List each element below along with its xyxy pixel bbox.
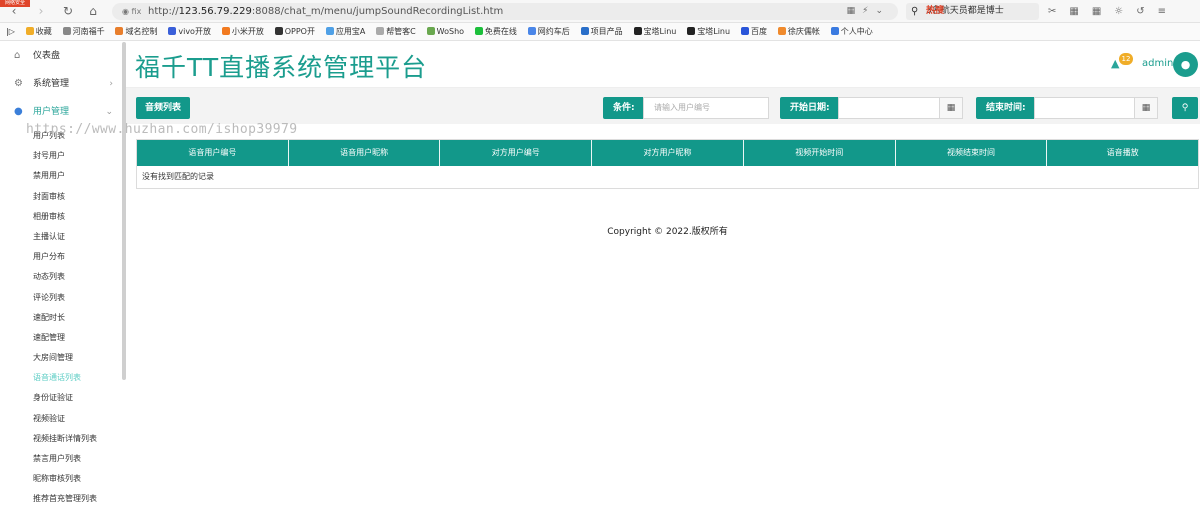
table-header: 语音用户编号 语音用户昵称 对方用户编号 对方用户昵称 视频开始时间 视频结束时… — [137, 140, 1198, 166]
sidebar-subitem[interactable]: 用户分布 — [0, 247, 125, 267]
column-header[interactable]: 对方用户编号 — [440, 140, 593, 166]
forward-icon[interactable]: › — [33, 4, 49, 19]
sidebar-subitem[interactable]: 禁用用户 — [0, 166, 125, 186]
bookmark-item[interactable]: 小米开放 — [221, 23, 264, 40]
bookmark-item[interactable]: 域名控制 — [115, 23, 157, 40]
back-icon[interactable]: ‹ — [6, 4, 22, 19]
sidebar-subitem[interactable]: 动态列表 — [0, 267, 125, 287]
sidebar-subitem[interactable]: 速配时长 — [0, 308, 125, 328]
bookmarks-bar: |▷ 收藏 河南福千 域名控制 vivo开放 小米开放 OPPO开 应用宝A 帮… — [0, 23, 1200, 41]
search-button[interactable]: ⚲ — [1172, 97, 1198, 119]
column-header[interactable]: 语音播放 — [1047, 140, 1198, 166]
address-bar-actions[interactable]: ▦⚡⌄ — [847, 3, 890, 20]
calendar-icon[interactable]: ▦ — [1134, 97, 1158, 119]
reload-icon[interactable]: ↻ — [60, 4, 76, 19]
sidebar-subitem[interactable]: 身份证验证 — [0, 388, 125, 408]
bookmark-item[interactable]: WoSho — [426, 23, 464, 40]
end-date-input[interactable] — [1034, 97, 1135, 119]
column-header[interactable]: 语音用户编号 — [137, 140, 289, 166]
hot-search-label: 热搜 — [926, 6, 945, 16]
records-table: 语音用户编号 语音用户昵称 对方用户编号 对方用户昵称 视频开始时间 视频结束时… — [136, 139, 1199, 189]
bookmark-item[interactable]: 免费在线 — [474, 23, 517, 40]
sidebar-subitem-active[interactable]: 语音通话列表 — [0, 368, 125, 388]
bookmark-item[interactable]: 百度 — [740, 23, 767, 40]
empty-message: 没有找到匹配的记录 — [142, 172, 214, 181]
sidebar-subitem[interactable]: 评论列表 — [0, 288, 125, 308]
brand-title: 福千TT直播系统管理平台 — [135, 53, 428, 82]
notification-badge: 12 — [1119, 53, 1133, 65]
bookmark-item[interactable]: 徐庆儒帐 — [777, 23, 820, 40]
sidebar-item-dashboard[interactable]: ⌂ 仪表盘 — [0, 42, 125, 70]
bookmark-item[interactable]: 河南福千 — [62, 23, 105, 40]
sidebar-subitem[interactable]: 相册审核 — [0, 207, 125, 227]
sidebar-subitem[interactable]: 禁言用户列表 — [0, 449, 125, 469]
calendar-icon[interactable]: ▦ — [939, 97, 963, 119]
sidebar-toggle-icon[interactable]: |▷ — [6, 23, 15, 40]
sidebar-subitem[interactable]: 主播认证 — [0, 227, 125, 247]
home-icon: ⌂ — [14, 50, 21, 61]
search-icon: ⚲ — [1181, 103, 1189, 113]
bookmark-item[interactable]: 网约车后 — [527, 23, 570, 40]
browser-extension-icons[interactable]: ✂▦▦☼↺≡ — [1048, 4, 1179, 19]
condition-input[interactable]: 请输入用户编号 — [643, 97, 769, 119]
bookmark-item[interactable]: 项目产品 — [580, 23, 623, 40]
bookmark-item[interactable]: OPPO开 — [274, 23, 315, 40]
sidebar-item-label: 仪表盘 — [33, 51, 61, 61]
condition-label: 条件: — [603, 97, 643, 119]
sidebar-subitem[interactable]: 速配管理 — [0, 328, 125, 348]
start-date-input[interactable] — [838, 97, 940, 119]
sidebar-subitem[interactable]: 封面审核 — [0, 187, 125, 207]
browser-search-box[interactable]: ⚲ 3名航天员都是博士 热搜 — [906, 3, 1039, 20]
url-text: http://123.56.79.229:8088/chat_m/menu/ju… — [148, 6, 504, 17]
sidebar-item-label: 用户管理 — [33, 107, 70, 117]
start-date-label: 开始日期: — [780, 97, 838, 119]
search-icon: ⚲ — [911, 6, 919, 17]
bookmark-item[interactable]: 应用宝A — [325, 23, 365, 40]
footer-copyright: Copyright © 2022.版权所有 — [607, 227, 728, 237]
user-icon: ● — [14, 106, 23, 117]
sidebar-item-label: 系统管理 — [33, 79, 70, 89]
site-info-icon[interactable]: ◉ fix — [122, 3, 141, 20]
bookmark-item[interactable]: 收藏 — [25, 23, 52, 40]
watermark: https://www.huzhan.com/ishop39979 — [26, 122, 298, 137]
end-date-label: 结束时间: — [976, 97, 1034, 119]
audio-list-button[interactable]: 音频列表 — [136, 97, 190, 119]
bookmark-item[interactable]: 帮管客C — [376, 23, 416, 40]
column-header[interactable]: 对方用户昵称 — [592, 140, 744, 166]
sidebar-subitem[interactable]: 推荐首充管理列表 — [0, 489, 125, 509]
home-page-icon[interactable]: ⌂ — [85, 4, 101, 19]
browser-toolbar: 网络安全 ‹ › ↻ ⌂ ◉ fix http://123.56.79.229:… — [0, 0, 1200, 23]
avatar[interactable]: ● — [1173, 52, 1198, 77]
sidebar-subitem[interactable]: 大房间管理 — [0, 348, 125, 368]
column-header[interactable]: 语音用户昵称 — [289, 140, 441, 166]
address-bar[interactable]: ◉ fix http://123.56.79.229:8088/chat_m/m… — [112, 3, 898, 20]
column-header[interactable]: 视频结束时间 — [896, 140, 1048, 166]
app-header: 福千TT直播系统管理平台 ▲ 12 admin ● — [126, 42, 1200, 88]
filter-toolbar: 音频列表 条件: 请输入用户编号 开始日期: ▦ 结束时间: ▦ ⚲ — [126, 88, 1200, 124]
bookmark-item[interactable]: 宝塔Linu — [687, 23, 730, 40]
main-content: 福千TT直播系统管理平台 ▲ 12 admin ● 音频列表 条件: 请输入用户… — [126, 42, 1200, 517]
column-header[interactable]: 视频开始时间 — [744, 140, 896, 166]
sidebar-subitem[interactable]: 视频验证 — [0, 409, 125, 429]
sidebar-subitem[interactable]: 封号用户 — [0, 146, 125, 166]
bookmark-item[interactable]: 个人中心 — [830, 23, 873, 40]
bookmark-item[interactable]: vivo开放 — [168, 23, 211, 40]
user-name[interactable]: admin — [1142, 58, 1173, 69]
sidebar-subitem[interactable]: 视频挂断详情列表 — [0, 429, 125, 449]
bookmark-item[interactable]: 宝塔Linu — [633, 23, 676, 40]
sidebar-submenu: 用户列表 封号用户 禁用用户 封面审核 相册审核 主播认证 用户分布 动态列表 … — [0, 126, 125, 510]
cogs-icon: ⚙ — [14, 78, 23, 89]
sidebar-item-system[interactable]: ⚙ 系统管理 › — [0, 70, 125, 98]
sidebar: ⌂ 仪表盘 ⚙ 系统管理 › ● 用户管理 ⌄ 用户列表 封号用户 禁用用户 封… — [0, 42, 125, 517]
sidebar-subitem[interactable]: 昵称审核列表 — [0, 469, 125, 489]
chevron-right-icon: › — [109, 79, 113, 89]
